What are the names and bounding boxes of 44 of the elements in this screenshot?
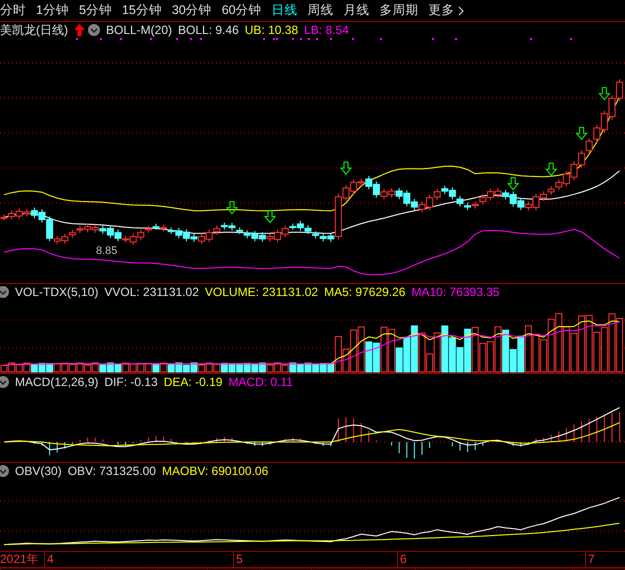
period-tab[interactable]: 日线 (266, 2, 303, 19)
indicator-value: VOLUME: 231131.02 (204, 285, 318, 299)
date-axis-label: 5 (233, 552, 397, 567)
indicator-value: VVOL: 231131.02 (104, 285, 199, 299)
date-axis-label: 7 (585, 552, 625, 567)
period-tab[interactable]: 多周期 (374, 2, 424, 19)
indicator-value: UB: 10.38 (244, 23, 298, 37)
indicator-name: VOL-TDX(5,10) (15, 285, 98, 299)
date-axis-label: 6 (397, 552, 585, 567)
arrow-down-icon (340, 162, 352, 175)
period-tab[interactable]: 30分钟 (166, 2, 217, 19)
indicator-value: MACD: 0.11 (228, 375, 293, 389)
period-tab[interactable]: 周线 (302, 2, 339, 19)
indicator-name: OBV(30) (15, 464, 62, 478)
indicator-name: MACD(12,26,9) (15, 375, 98, 389)
low-price-label: 8.85 (96, 245, 118, 258)
dropdown-icon[interactable] (88, 24, 100, 36)
period-tab[interactable]: 1分钟 (31, 2, 74, 19)
arrow-up-icon (74, 24, 85, 36)
period-tab[interactable]: 月线 (338, 2, 375, 19)
date-axis-label: 4 (44, 552, 233, 567)
arrow-down-icon (598, 87, 610, 100)
period-tab[interactable]: 60分钟 (216, 2, 267, 19)
period-tab[interactable]: 更多 (424, 2, 469, 19)
indicator-value: MA10: 76393.35 (411, 285, 500, 299)
arrow-down-icon (264, 210, 276, 224)
period-tab[interactable]: 分时 (0, 2, 31, 19)
arrow-down-icon (545, 162, 558, 176)
indicator-value: MAOBV: 690100.06 (162, 464, 268, 478)
indicator-value: OBV: 731325.00 (68, 464, 156, 478)
period-tab[interactable]: 15分钟 (116, 2, 167, 19)
indicator-value: DIF: -0.13 (104, 375, 158, 389)
arrow-down-icon (226, 201, 238, 214)
chart-title: 美凯龙(日线) (0, 22, 68, 38)
indicator-name: BOLL-M(20) (106, 23, 172, 37)
period-tab[interactable]: 5分钟 (74, 2, 117, 19)
indicator-value: BOLL: 9.46 (178, 23, 239, 37)
indicator-value: MA5: 97629.26 (324, 285, 406, 299)
date-axis-label: 2021年 (0, 552, 40, 567)
arrow-down-icon (507, 177, 520, 190)
chevron-right-icon (458, 6, 464, 16)
indicator-value: DEA: -0.19 (164, 375, 222, 389)
arrow-down-icon (576, 126, 588, 140)
indicator-value: LB: 8.54 (304, 23, 349, 37)
